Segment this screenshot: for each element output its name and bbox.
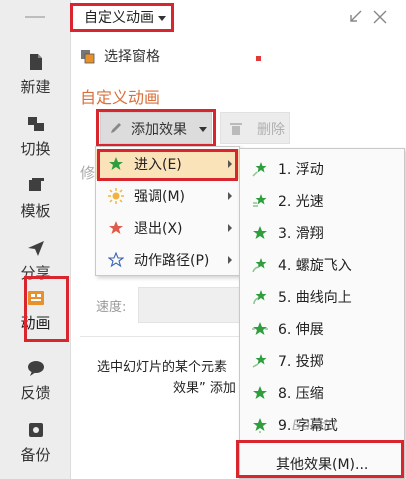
- effect-light-speed[interactable]: 2. 光速: [240, 185, 404, 217]
- effect-label: 8. 压缩: [278, 386, 324, 402]
- feedback-icon: [27, 361, 44, 376]
- rail-grip: [25, 16, 45, 18]
- selection-pane-label: 选择窗格: [104, 49, 160, 65]
- green-effect-icon: [253, 226, 267, 239]
- menu-item-label: 动作路径(P): [134, 253, 210, 269]
- red-star-icon: [109, 221, 123, 234]
- rail-item-new[interactable]: 新建: [0, 44, 71, 106]
- chevron-right-icon: [228, 192, 232, 200]
- rail-item-label: 切换: [20, 140, 51, 158]
- effect-label: 6. 伸展: [278, 322, 324, 338]
- modify-label: 修: [80, 164, 96, 182]
- share-icon: [27, 241, 44, 256]
- chevron-right-icon: [228, 224, 232, 232]
- selection-pane-icon: [81, 50, 95, 64]
- hint-text-2: 效果” 添加: [173, 381, 236, 396]
- effect-float[interactable]: 1. 浮动: [240, 153, 404, 185]
- highlight-title: [70, 3, 174, 32]
- highlight-more-effects: [236, 440, 404, 478]
- menu-item-motion-path[interactable]: 动作路径(P): [96, 245, 239, 275]
- close-icon[interactable]: [372, 9, 388, 25]
- rail-item-backup[interactable]: 备份: [0, 412, 71, 474]
- hint-text: 选中幻灯片的某个元素: [97, 360, 228, 375]
- effect-label: 5. 曲线向上: [278, 290, 352, 306]
- green-effect-icon: [252, 258, 267, 273]
- effect-compress[interactable]: 8. 压缩: [240, 377, 404, 409]
- red-marker: [256, 56, 261, 61]
- effect-label: 4. 螺旋飞入: [278, 258, 352, 274]
- green-effect-icon: [252, 162, 267, 177]
- rail-item-template[interactable]: 模板: [0, 168, 71, 230]
- green-effect-icon: [253, 194, 267, 207]
- speed-label: 速度:: [96, 300, 127, 315]
- effect-stretch[interactable]: 6. 伸展: [240, 313, 404, 345]
- chevron-right-icon: [228, 256, 232, 264]
- green-effect-icon: [253, 418, 267, 433]
- green-effect-icon: [253, 290, 267, 305]
- green-effect-icon: [252, 354, 267, 368]
- rail-item-feedback[interactable]: 反馈: [0, 350, 71, 412]
- divider: [80, 336, 248, 337]
- green-effect-icon: [252, 322, 268, 335]
- template-icon: [28, 178, 44, 191]
- rail-item-label: 备份: [20, 446, 51, 464]
- menu-item-label: 强调(M): [134, 189, 186, 205]
- effect-curve-up[interactable]: 5. 曲线向上: [240, 281, 404, 313]
- speed-select[interactable]: [138, 287, 248, 323]
- effect-label: 2. 光速: [278, 194, 324, 210]
- effect-throw[interactable]: 7. 投掷: [240, 345, 404, 377]
- new-doc-icon: [29, 54, 42, 70]
- delete-button[interactable]: 删除: [220, 112, 290, 144]
- rail-item-label: 反馈: [20, 384, 51, 402]
- side-toolbar: 新建 切换 模板 分享 动画 反馈 备份: [0, 0, 71, 479]
- watermark-text: Bai du: [292, 418, 337, 434]
- effect-label: 7. 投掷: [278, 354, 324, 370]
- menu-item-label: 退出(X): [134, 221, 183, 237]
- effect-spiral-in[interactable]: 4. 螺旋飞入: [240, 249, 404, 281]
- menu-item-emphasis[interactable]: 强调(M): [96, 181, 239, 211]
- backup-icon: [28, 423, 43, 437]
- sun-burst-icon: [108, 188, 124, 204]
- effect-label: 1. 浮动: [278, 162, 324, 178]
- highlight-animation-tab: [24, 276, 69, 342]
- menu-item-exit[interactable]: 退出(X): [96, 213, 239, 243]
- highlight-add-effect: [96, 109, 216, 147]
- green-effect-icon: [253, 386, 267, 399]
- dock-arrow-icon[interactable]: [348, 10, 362, 24]
- highlight-entrance: [97, 149, 238, 181]
- effect-glide[interactable]: 3. 滑翔: [240, 217, 404, 249]
- rail-item-label: 新建: [20, 78, 51, 96]
- effect-label: 3. 滑翔: [278, 226, 324, 242]
- section-title: 自定义动画: [80, 88, 161, 107]
- delete-label: 删除: [257, 122, 285, 138]
- rail-item-transition[interactable]: 切换: [0, 106, 71, 168]
- trash-icon: [230, 123, 242, 135]
- transition-icon: [27, 117, 44, 131]
- outline-star-icon: [108, 252, 124, 268]
- rail-item-label: 模板: [20, 202, 51, 220]
- selection-pane-button[interactable]: 选择窗格: [80, 46, 160, 68]
